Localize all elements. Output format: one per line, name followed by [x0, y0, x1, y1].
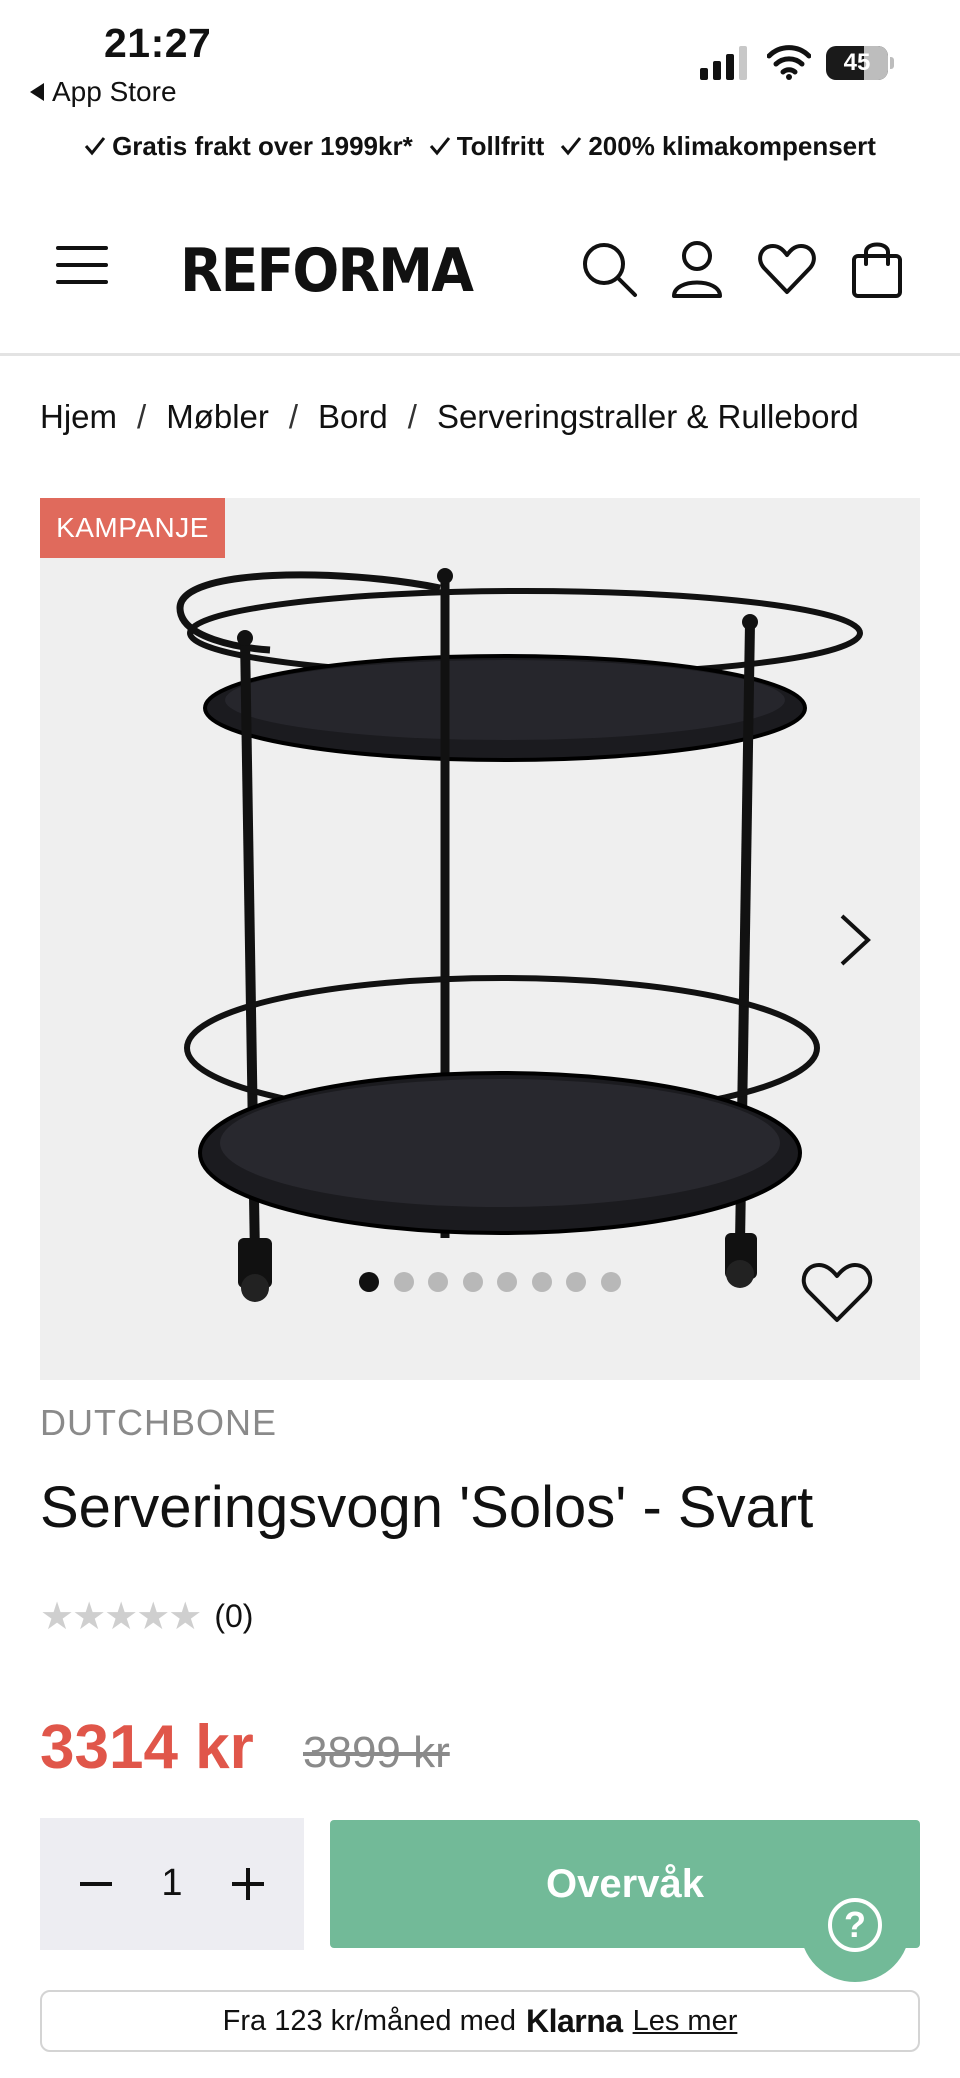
product-rating[interactable]: ★★★★★ (0)	[40, 1594, 253, 1638]
gallery-dot[interactable]	[497, 1272, 517, 1292]
gallery-dot[interactable]	[566, 1272, 586, 1292]
favorite-heart-icon[interactable]	[800, 1260, 874, 1326]
search-icon[interactable]	[578, 238, 640, 300]
breadcrumb-furniture[interactable]: Møbler	[166, 398, 269, 436]
chevron-right-icon[interactable]	[830, 910, 880, 970]
product-image	[176, 568, 863, 1302]
cellular-signal-icon	[700, 46, 747, 80]
breadcrumb-separator: /	[407, 398, 417, 435]
battery-percent: 45	[843, 49, 871, 76]
wifi-icon	[767, 45, 811, 80]
bag-icon[interactable]	[846, 238, 908, 300]
site-logo[interactable]: REFORMA	[180, 236, 474, 306]
quantity-value[interactable]: 1	[150, 1862, 194, 1905]
gallery-dot[interactable]	[531, 1272, 552, 1292]
product-brand[interactable]: DUTCHBONE	[40, 1402, 277, 1444]
heart-icon[interactable]	[756, 238, 818, 300]
gallery-dot[interactable]	[359, 1272, 379, 1292]
original-price: 3899 kr	[303, 1728, 450, 1777]
klarna-text: Fra 123 kr/måned med	[222, 2004, 516, 2037]
back-triangle-icon	[30, 83, 44, 101]
account-icon[interactable]	[666, 238, 728, 300]
usp-item: 200% klimakompensert	[560, 124, 876, 168]
quantity-stepper: 1	[40, 1818, 304, 1950]
rating-count: (0)	[214, 1597, 254, 1634]
usp-label: Tollfritt	[456, 130, 545, 161]
back-label: App Store	[52, 76, 177, 107]
clock: 21:27	[104, 20, 212, 66]
check-icon	[84, 137, 106, 156]
campaign-badge: KAMPANJE	[40, 498, 225, 558]
klarna-read-more-link[interactable]: Les mer	[633, 2005, 738, 2038]
klarna-banner: Fra 123 kr/måned med Klarna Les mer	[40, 1990, 920, 2052]
usp-label: Gratis frakt over 1999kr*	[112, 130, 413, 161]
check-icon	[561, 137, 582, 156]
help-icon: ?	[828, 1898, 882, 1952]
usp-item: Gratis frakt over 1999kr*	[84, 124, 413, 168]
gallery-dot[interactable]	[600, 1272, 621, 1292]
help-button[interactable]: ?	[800, 1872, 910, 1982]
check-icon	[429, 137, 450, 156]
breadcrumb-home[interactable]: Hjem	[40, 398, 117, 436]
status-bar: 21:27 App Store 45	[0, 0, 960, 115]
quantity-increase-button[interactable]	[222, 1858, 274, 1910]
site-header: REFORMA	[0, 200, 960, 356]
breadcrumb-serving-carts[interactable]: Serveringstraller & Rullebord	[437, 398, 859, 436]
product-gallery[interactable]: KAMPANJE	[40, 498, 920, 1380]
gallery-dot[interactable]	[462, 1272, 483, 1292]
usp-label: 200% klimakompensert	[588, 130, 876, 161]
gallery-dot[interactable]	[428, 1272, 448, 1292]
menu-icon[interactable]	[56, 246, 108, 288]
klarna-logo: Klarna	[526, 2002, 623, 2039]
back-to-app-store[interactable]: App Store	[30, 76, 177, 108]
sale-price: 3314 kr	[40, 1713, 254, 1782]
breadcrumb: Hjem / Møbler / Bord / Serveringstraller…	[40, 398, 920, 436]
product-title: Serveringsvogn 'Solos' - Svart	[40, 1475, 814, 1540]
usp-bar: Gratis frakt over 1999kr* Tollfritt 200%…	[0, 124, 960, 168]
breadcrumb-separator: /	[137, 398, 147, 435]
gallery-dot[interactable]	[393, 1272, 414, 1292]
quantity-decrease-button[interactable]	[70, 1858, 122, 1910]
breadcrumb-tables[interactable]: Bord	[318, 398, 388, 436]
rating-stars: ★★★★★	[40, 1594, 202, 1638]
breadcrumb-separator: /	[288, 398, 299, 435]
gallery-pagination	[40, 1272, 920, 1296]
battery-indicator: 45	[826, 46, 894, 80]
usp-item: Tollfritt	[429, 124, 545, 168]
